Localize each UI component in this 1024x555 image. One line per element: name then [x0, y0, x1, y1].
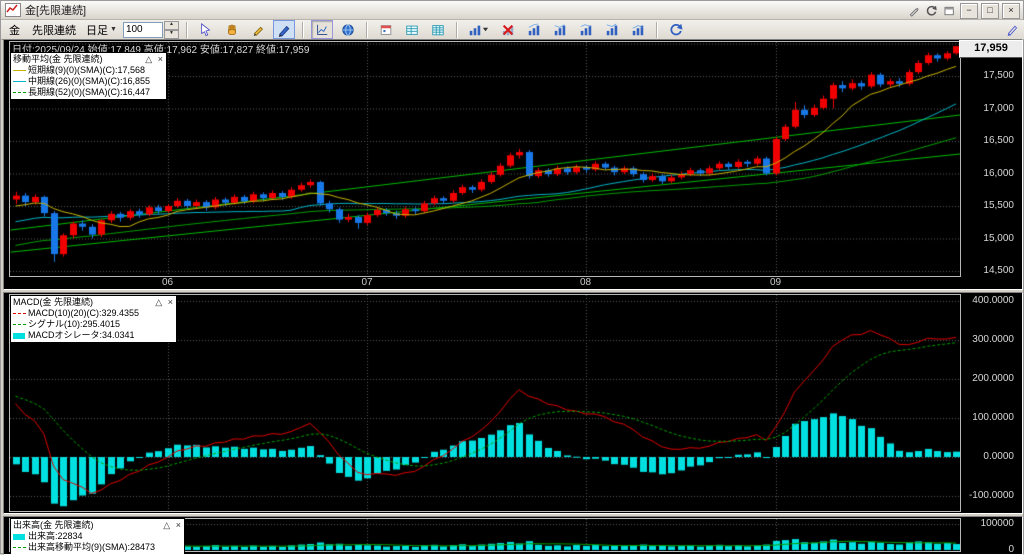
minimize-button[interactable]: −: [960, 3, 978, 19]
volume-bar-marker: [13, 534, 25, 540]
legend-item: 出来高:22834: [13, 531, 181, 542]
chevron-down-icon: ▼: [110, 26, 117, 33]
pencil-icon[interactable]: [247, 20, 269, 39]
y-axis-label: 100.0000: [962, 412, 1014, 423]
legend-close-button[interactable]: ×: [176, 520, 181, 531]
legend-item: 長期線(52)(0)(SMA)(C):16,447: [13, 87, 163, 98]
toolbar-separator: [366, 22, 368, 38]
chart-type-icon[interactable]: [465, 20, 493, 39]
toolbar-separator: [456, 22, 458, 38]
y-axis-label: 17,000: [962, 103, 1014, 114]
bars-count-value[interactable]: 100: [123, 22, 163, 38]
toolbar-separator: [186, 22, 188, 38]
ma-legend-title: 移動平均(金 先限連続): [13, 54, 103, 65]
legend-collapse-button[interactable]: △: [155, 297, 162, 308]
bars-count-spinner[interactable]: 100 ▲ ▼: [123, 21, 179, 39]
indicator-icon-3[interactable]: [575, 20, 597, 39]
ma-legend: 移動平均(金 先限連続) △ × 短期線(9)(0)(SMA)(C):17,56…: [10, 52, 167, 100]
sma26-line-marker: [13, 81, 26, 82]
legend-close-button[interactable]: ×: [168, 297, 173, 308]
volume-ma-line-marker: [13, 547, 26, 548]
legend-collapse-button[interactable]: △: [145, 54, 152, 65]
y-axis-label: -100.0000: [962, 490, 1014, 501]
y-axis-label: 14,500: [962, 265, 1014, 276]
cursor-icon[interactable]: [195, 20, 217, 39]
legend-item: MACD(10)(20)(C):329.4355: [13, 308, 173, 319]
volume-legend-title: 出来高(金 先限連続): [13, 520, 94, 531]
indicator-icon-4[interactable]: [601, 20, 623, 39]
legend-item: シグナル(10):295.4015: [13, 319, 173, 330]
annotate-icon[interactable]: [1001, 20, 1023, 39]
y-axis-label: 0: [962, 544, 1014, 555]
y-axis-label: 100000: [962, 518, 1014, 529]
grid-icon[interactable]: [401, 20, 423, 39]
x-axis-label: 07: [355, 277, 379, 288]
indicator-icon-5[interactable]: [627, 20, 649, 39]
x-axis-label: 09: [764, 277, 788, 288]
y-axis-label: 200.0000: [962, 373, 1014, 384]
volume-legend: 出来高(金 先限連続) △ × 出来高:22834 出来高移動平均(9)(SMA…: [10, 518, 185, 555]
y-axis-label: 15,500: [962, 200, 1014, 211]
y-axis-label: 15,000: [962, 233, 1014, 244]
legend-close-button[interactable]: ×: [158, 54, 163, 65]
toolbar-separator: [302, 22, 304, 38]
period-dropdown[interactable]: 日足 ▼: [86, 22, 117, 38]
refresh-icon[interactable]: [665, 20, 687, 39]
app-window: 金[先限連続] − □ × 金 先限連続 日足 ▼ 100 ▲: [0, 0, 1024, 554]
y-axis-label: 17,500: [962, 70, 1014, 81]
legend-item: MACDオシレータ:34.0341: [13, 330, 173, 341]
indicator-icon-1[interactable]: [523, 20, 545, 39]
y-axis-label: 0.0000: [962, 451, 1014, 462]
contract-label: 先限連続: [32, 22, 76, 38]
window-copy-icon[interactable]: [942, 5, 957, 18]
volume-panel: 出来高(金 先限連続) △ × 出来高:22834 出来高移動平均(9)(SMA…: [3, 516, 1023, 555]
oscillator-bar-marker: [13, 333, 25, 339]
app-icon: [5, 3, 21, 17]
draw-pen-icon[interactable]: [273, 20, 295, 39]
remove-indicator-icon[interactable]: [497, 20, 519, 39]
sma9-line-marker: [13, 70, 26, 71]
signal-line-marker: [13, 324, 26, 325]
axes-icon[interactable]: [311, 20, 333, 39]
calendar-icon[interactable]: [375, 20, 397, 39]
globe-icon[interactable]: [337, 20, 359, 39]
current-price-box: 17,959: [959, 40, 1023, 58]
macd-legend-title: MACD(金 先限連続): [13, 297, 93, 308]
symbol-label: 金: [9, 22, 20, 38]
legend-item: 短期線(9)(0)(SMA)(C):17,568: [13, 65, 163, 76]
spin-down-button[interactable]: ▼: [164, 30, 179, 39]
x-axis-label: 06: [156, 277, 180, 288]
y-axis-label: 16,000: [962, 168, 1014, 179]
legend-item: 出来高移動平均(9)(SMA):28473: [13, 542, 181, 553]
toolbar: 金 先限連続 日足 ▼ 100 ▲ ▼: [1, 20, 1024, 40]
toolbar-separator: [656, 22, 658, 38]
macd-line-marker: [13, 313, 26, 314]
legend-collapse-button[interactable]: △: [163, 520, 170, 531]
legend-item: 中期線(26)(0)(SMA)(C):16,855: [13, 76, 163, 87]
sma52-line-marker: [13, 92, 26, 93]
x-axis-label: 08: [574, 277, 598, 288]
maximize-button[interactable]: □: [981, 3, 999, 19]
grid-dense-icon[interactable]: [427, 20, 449, 39]
close-button[interactable]: ×: [1002, 3, 1020, 19]
main-chart-panel: 日付:2025/09/24 始値:17,849 高値:17,962 安値:17,…: [3, 39, 1023, 290]
rotate-icon[interactable]: [924, 5, 939, 18]
title-bar: 金[先限連続] − □ ×: [1, 1, 1023, 20]
y-axis-label: 16,500: [962, 135, 1014, 146]
indicator-icon-2[interactable]: [549, 20, 571, 39]
spin-up-button[interactable]: ▲: [164, 21, 179, 30]
edit-pen-icon[interactable]: [906, 5, 921, 18]
y-axis-label: 400.0000: [962, 295, 1014, 306]
macd-panel: MACD(金 先限連続) △ × MACD(10)(20)(C):329.435…: [3, 292, 1023, 514]
hand-icon[interactable]: [221, 20, 243, 39]
macd-legend: MACD(金 先限連続) △ × MACD(10)(20)(C):329.435…: [10, 295, 177, 343]
window-title: 金[先限連続]: [25, 2, 86, 18]
y-axis-label: 300.0000: [962, 334, 1014, 345]
